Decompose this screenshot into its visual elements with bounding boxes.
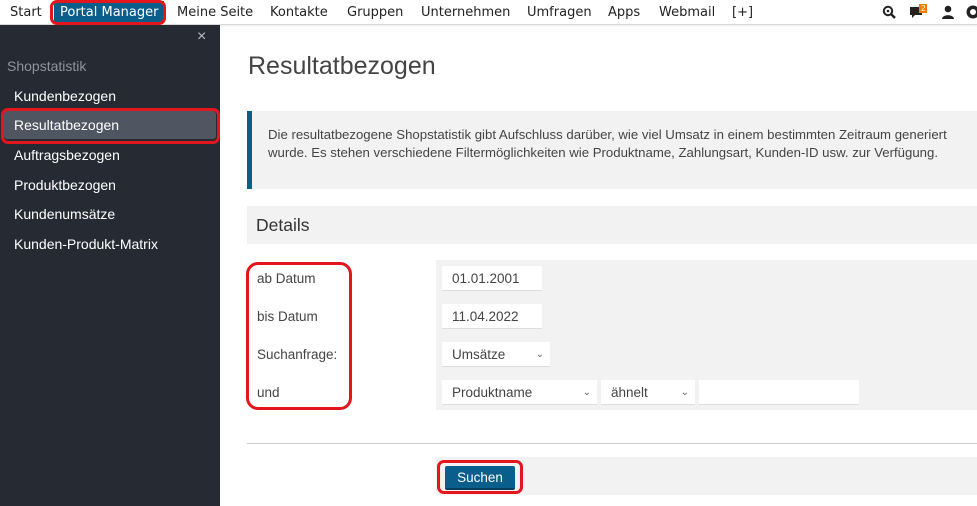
nav-kontakte[interactable]: Kontakte [270,0,328,25]
sidebar: × Shopstatistik Kundenbezogen Resultatbe… [0,25,220,506]
nav-unternehmen[interactable]: Unternehmen [421,0,510,25]
sidebar-item-kunden-produkt-matrix[interactable]: Kunden-Produkt-Matrix [4,230,216,258]
filter-field-value: Produktname [452,385,533,400]
page-title: Resultatbezogen [248,52,436,80]
from-date-input[interactable]: 01.01.2001 [442,266,542,291]
sidebar-item-auftragsbezogen[interactable]: Auftragsbezogen [4,141,216,169]
query-label: Suchanfrage: [257,347,338,362]
nav-umfragen[interactable]: Umfragen [527,0,592,25]
filter-field-select[interactable]: Produktname ⌄ [442,380,597,405]
search-icon[interactable] [882,5,896,19]
filter-operator-value: ähnelt [611,385,648,400]
nav-more[interactable]: [+] [732,0,753,25]
sidebar-item-resultatbezogen[interactable]: Resultatbezogen [4,111,216,139]
to-date-label: bis Datum [257,309,318,324]
nav-apps[interactable]: Apps [608,0,640,25]
nav-webmail[interactable]: Webmail [659,0,715,25]
filter-text-input[interactable] [699,380,859,405]
sidebar-item-kundenumsaetze[interactable]: Kundenumsätze [4,200,216,228]
from-date-label: ab Datum [257,271,316,286]
sidebar-section-title: Shopstatistik [7,58,87,74]
nav-start[interactable]: Start [10,0,42,25]
messages-badge: 2 [919,4,928,13]
filter-operator-select[interactable]: ähnelt ⌄ [601,380,695,405]
sidebar-item-kundenbezogen[interactable]: Kundenbezogen [4,82,216,110]
info-box: Die resultatbezogene Shopstatistik gibt … [247,111,977,189]
button-area [436,457,977,495]
user-icon[interactable] [941,5,955,19]
query-select-value: Umsätze [452,347,506,362]
nav-meine-seite[interactable]: Meine Seite [177,0,253,25]
main-content: Resultatbezogen Die resultatbezogene Sho… [220,25,977,506]
nav-gruppen[interactable]: Gruppen [347,0,403,25]
search-button[interactable]: Suchen [445,466,515,490]
chevron-down-icon: ⌄ [582,387,591,398]
chevron-down-icon: ⌄ [680,387,689,398]
nav-portal-manager[interactable]: Portal Manager [54,1,165,23]
query-select[interactable]: Umsätze ⌄ [442,342,550,367]
chevron-down-icon: ⌄ [535,349,544,360]
top-navigation: Start Portal Manager Meine Seite Kontakt… [0,0,977,25]
sidebar-item-produktbezogen[interactable]: Produktbezogen [4,171,216,199]
details-heading: Details [247,206,977,244]
to-date-input[interactable]: 11.04.2022 [442,304,542,329]
help-icon[interactable] [966,5,977,19]
divider [247,443,977,444]
and-label: und [257,385,280,400]
close-icon[interactable]: × [197,29,206,45]
